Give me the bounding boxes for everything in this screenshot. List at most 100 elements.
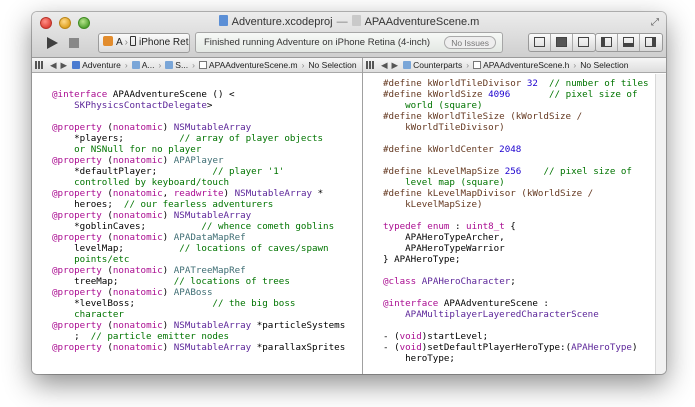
code-line[interactable]: @interface APAAdventureScene () < (52, 89, 362, 100)
m-file-icon (198, 61, 207, 69)
code-token: // whence cometh goblins (201, 221, 335, 232)
counterparts-menu[interactable]: Counterparts (400, 58, 465, 72)
code-token: points/etc (74, 254, 130, 265)
code-line[interactable] (383, 210, 655, 221)
code-line[interactable]: - (void)setDefaultPlayerHeroType:(APAHer… (383, 342, 655, 353)
code-line[interactable]: character (52, 309, 362, 320)
code-line[interactable]: world (square) (383, 100, 655, 111)
toggle-debug-area-button[interactable] (618, 34, 640, 51)
code-line[interactable]: @property (nonatomic) NSMutableArray *pa… (52, 342, 362, 353)
version-editor-button[interactable] (573, 34, 595, 51)
code-line[interactable]: - (void)startLevel; (383, 331, 655, 342)
code-line[interactable]: @property (nonatomic) APABoss (52, 287, 362, 298)
title-file: APAAdventureScene.m (364, 16, 480, 28)
code-line[interactable]: ; // particle emitter nodes (52, 331, 362, 342)
code-line[interactable]: #define kLevelMapDivisor (kWorldSize / (383, 188, 655, 199)
code-line[interactable]: #define kLevelMapSize 256 // pixel size … (383, 166, 655, 177)
code-line[interactable]: @property (nonatomic) APADataMapRef (52, 232, 362, 243)
code-line[interactable]: #define kWorldSize 4096 // pixel size of (383, 89, 655, 100)
code-line[interactable]: level map (square) (383, 177, 655, 188)
code-line[interactable]: *goblinCaves; // whence cometh goblins (52, 221, 362, 232)
code-line[interactable]: or NSNull for no player (52, 144, 362, 155)
standard-editor-button[interactable] (529, 34, 551, 51)
code-line[interactable]: typedef enum : uint8_t { (383, 221, 655, 232)
xcode-window: Adventure.xcodeproj — APAAdventureScene.m … (32, 12, 666, 374)
crumb-file[interactable]: APAAdventureScene.m (196, 58, 301, 72)
run-button[interactable] (42, 33, 64, 53)
code-line[interactable]: kLevelMapSize) (383, 199, 655, 210)
code-line[interactable] (52, 111, 362, 122)
crumb-project[interactable]: Adventure (69, 58, 124, 72)
code-line[interactable]: @interface APAAdventureScene : (383, 298, 655, 309)
code-token: NSMutableArray (173, 320, 252, 331)
code-line[interactable]: points/etc (52, 254, 362, 265)
code-line[interactable]: APAHeroTypeArcher, (383, 232, 655, 243)
scheme-selector[interactable]: A› iPhone Ret... (98, 33, 190, 53)
code-line[interactable]: controlled by keyboard/touch (52, 177, 362, 188)
code-line[interactable] (52, 78, 362, 89)
code-line[interactable]: @property (nonatomic) APATreeMapRef (52, 265, 362, 276)
issues-badge[interactable]: No Issues (444, 36, 496, 49)
code-line[interactable]: @class APAHeroCharacter; (383, 276, 655, 287)
code-line[interactable]: } APAHeroType; (383, 254, 655, 265)
code-line[interactable]: @property (nonatomic) NSMutableArray (52, 210, 362, 221)
code-token: NSMutableArray (173, 210, 252, 221)
forward-button[interactable]: ▶ (59, 58, 70, 72)
fullscreen-icon[interactable]: ⤢ (651, 17, 659, 28)
code-token: ) (162, 342, 174, 353)
code-line[interactable]: *levelBoss; // the big boss (52, 298, 362, 309)
code-line[interactable] (383, 364, 655, 374)
code-token: #define kWorldCenter (383, 144, 500, 155)
code-line[interactable]: @property (nonatomic) NSMutableArray *pa… (52, 320, 362, 331)
code-line[interactable]: #define kWorldTileDivisor 32 // number o… (383, 78, 655, 89)
related-items-button[interactable] (32, 58, 48, 72)
code-line[interactable]: *defaultPlayer; // player '1' (52, 166, 362, 177)
code-line[interactable]: heroType; (383, 353, 655, 364)
stop-button[interactable] (68, 33, 82, 53)
code-line[interactable] (383, 155, 655, 166)
primary-source-editor[interactable]: @interface APAAdventureScene () < SKPhys… (32, 74, 362, 374)
code-token: * (312, 188, 324, 199)
back-button[interactable]: ◀ (379, 58, 390, 72)
code-token: nonatomic (112, 287, 163, 298)
code-line[interactable] (383, 133, 655, 144)
code-line[interactable]: @property (nonatomic) APAPlayer (52, 155, 362, 166)
code-token: @property (52, 210, 102, 221)
code-token: heroes; (52, 199, 124, 210)
code-line[interactable]: treeMap; // locations of trees (52, 276, 362, 287)
assistant-editor-scrollbar[interactable] (655, 74, 666, 374)
back-button[interactable]: ◀ (48, 58, 59, 72)
code-line[interactable]: @property (nonatomic, readwrite) NSMutab… (52, 188, 362, 199)
crumb-group[interactable]: A... (129, 58, 158, 72)
counterpart-file[interactable]: APAAdventureScene.h (470, 58, 572, 72)
code-line[interactable]: SKPhysicsContactDelegate> (52, 100, 362, 111)
related-items-button[interactable] (363, 58, 379, 72)
code-line[interactable]: APAHeroTypeWarrior (383, 243, 655, 254)
code-line[interactable]: kWorldTileDivisor) (383, 122, 655, 133)
code-line[interactable]: #define kWorldCenter 2048 (383, 144, 655, 155)
code-line[interactable]: heroes; // our fearless adventurers (52, 199, 362, 210)
code-line[interactable]: *players; // array of player objects (52, 133, 362, 144)
code-line[interactable] (383, 265, 655, 276)
crumb-selection[interactable]: No Selection (305, 58, 359, 72)
code-line[interactable]: levelMap; // locations of caves/spawn (52, 243, 362, 254)
counterpart-selection[interactable]: No Selection (577, 58, 631, 72)
code-token: APAPlayer (173, 155, 224, 166)
code-token: APADataMapRef (173, 232, 246, 243)
toggle-navigator-button[interactable] (596, 34, 618, 51)
code-token: @property (52, 188, 102, 199)
code-line[interactable]: APAMultiplayerLayeredCharacterScene (383, 309, 655, 320)
assistant-editor-button[interactable] (551, 34, 573, 51)
toggle-utilities-button[interactable] (640, 34, 662, 51)
crumb-subgroup[interactable]: S... (162, 58, 191, 72)
forward-button[interactable]: ▶ (390, 58, 401, 72)
code-line[interactable]: @property (nonatomic) NSMutableArray (52, 122, 362, 133)
folder-icon (165, 61, 174, 69)
code-line[interactable] (383, 320, 655, 331)
code-line[interactable]: #define kWorldTileSize (kWorldSize / (383, 111, 655, 122)
related-items-icon (35, 61, 43, 69)
code-token: 4096 (488, 89, 511, 100)
code-line[interactable] (383, 287, 655, 298)
counterparts-label: Counterparts (413, 60, 463, 70)
assistant-source-editor[interactable]: #define kWorldTileDivisor 32 // number o… (363, 74, 655, 374)
